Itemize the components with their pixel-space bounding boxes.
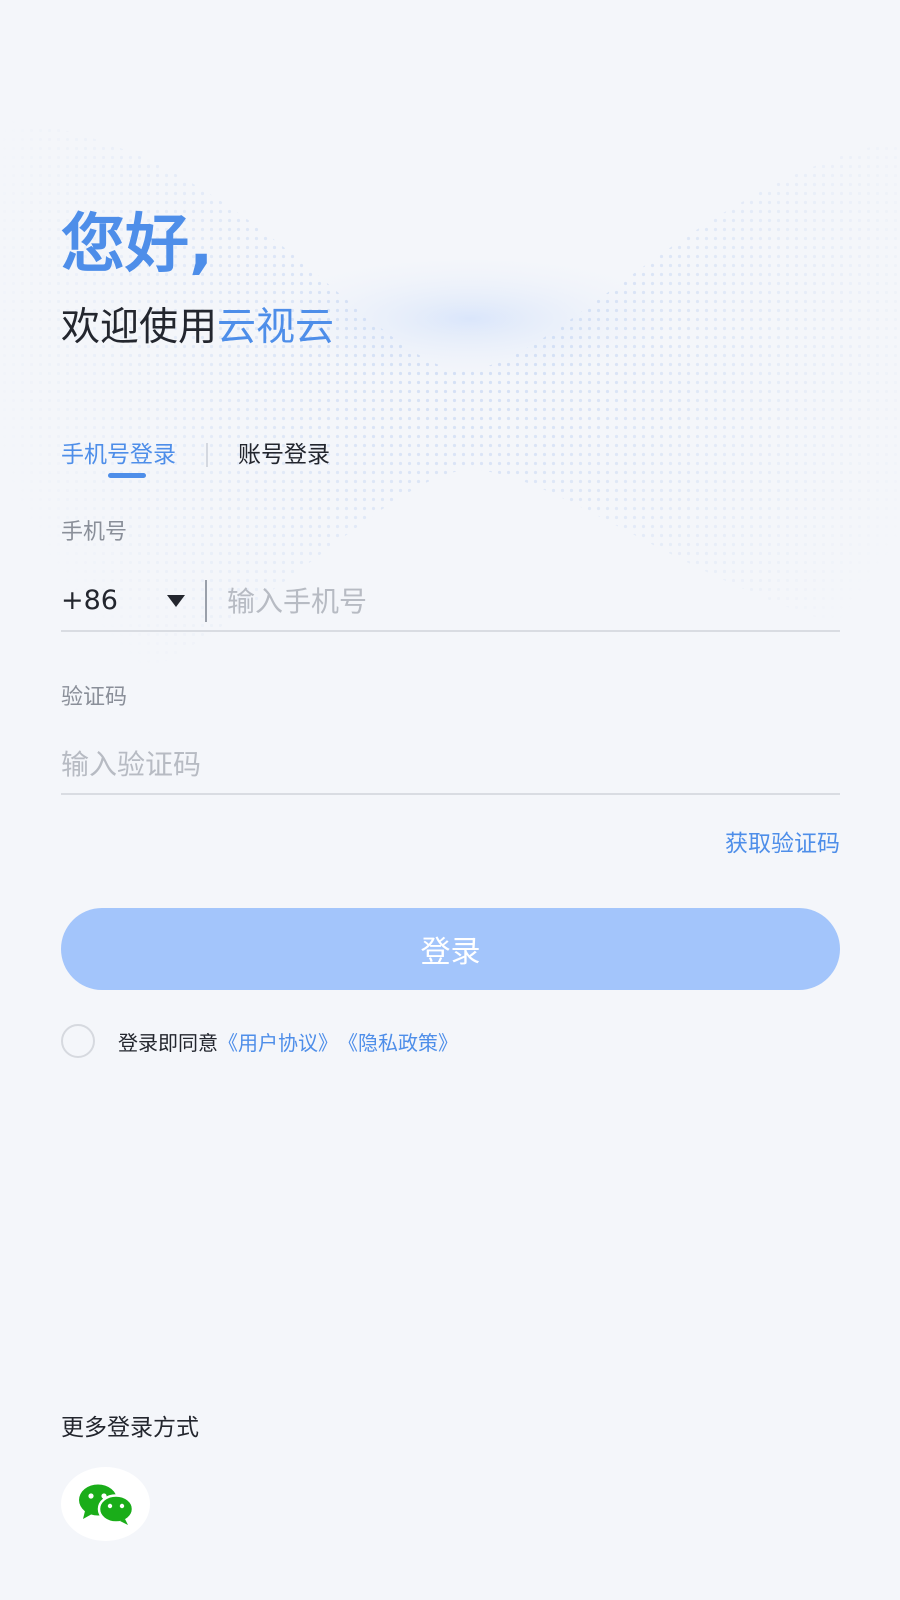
brand-name: 云视云 [217, 305, 335, 350]
login-tabs: 手机号登录 账号登录 [61, 433, 330, 478]
tab-phone-login-label: 手机号登录 [61, 442, 176, 468]
tab-divider [206, 443, 208, 467]
phone-label: 手机号 [61, 520, 128, 545]
welcome-prefix: 欢迎使用 [61, 305, 218, 350]
tab-account-login[interactable]: 账号登录 [238, 435, 330, 475]
phone-input[interactable] [227, 579, 840, 623]
code-label: 验证码 [61, 685, 128, 710]
agreement-prefix: 登录即同意 [118, 1030, 218, 1055]
verification-code-input[interactable] [61, 742, 840, 786]
chevron-down-icon[interactable] [167, 595, 185, 607]
welcome-text: 欢迎使用云视云 [61, 300, 334, 356]
more-login-title: 更多登录方式 [61, 1415, 199, 1441]
phone-field-row: +86 [61, 572, 840, 632]
active-tab-indicator [108, 473, 146, 478]
wechat-icon [78, 1484, 134, 1525]
field-separator [205, 580, 207, 622]
greeting-title: 您好, [61, 208, 214, 282]
agreement-row: 登录即同意 《用户协议》 《隐私政策》 [61, 1024, 458, 1058]
code-field-row [61, 735, 840, 795]
tab-phone-login[interactable]: 手机号登录 [61, 435, 176, 478]
user-agreement-link[interactable]: 《用户协议》 [218, 1027, 338, 1056]
agreement-checkbox[interactable] [61, 1024, 95, 1058]
login-button[interactable]: 登录 [61, 908, 840, 990]
get-code-button[interactable]: 获取验证码 [725, 828, 840, 860]
tab-account-login-label: 账号登录 [238, 442, 330, 468]
wechat-login-button[interactable] [61, 1467, 150, 1541]
country-code[interactable]: +86 [61, 581, 167, 621]
privacy-policy-link[interactable]: 《隐私政策》 [338, 1027, 458, 1056]
